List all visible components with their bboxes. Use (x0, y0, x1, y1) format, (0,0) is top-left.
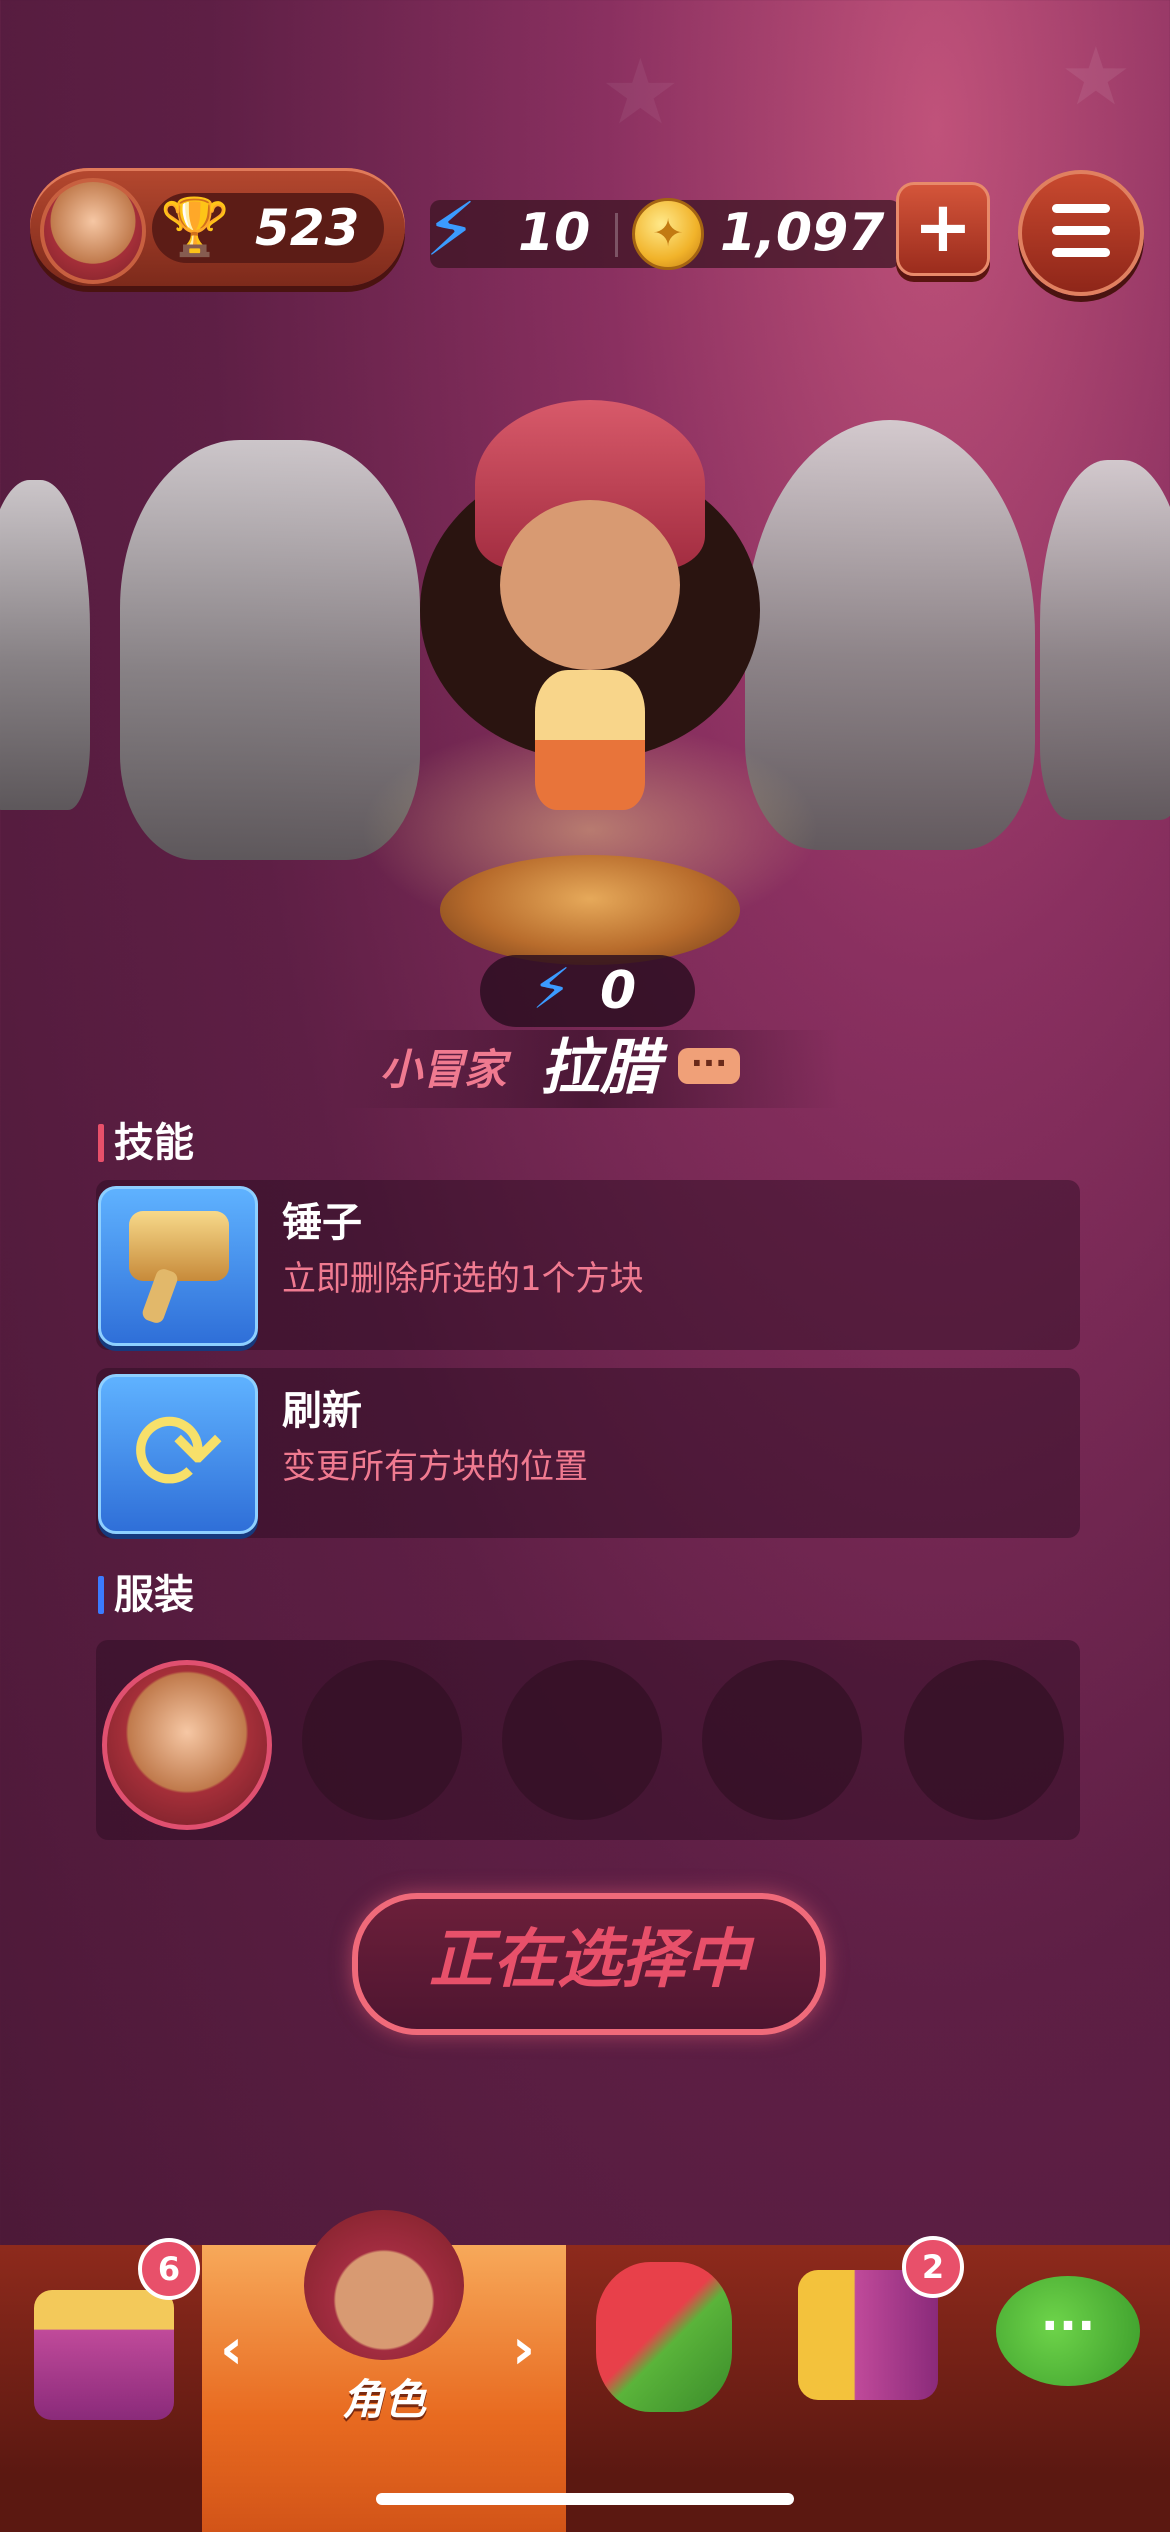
skill-description: 变更所有方块的位置 (282, 1447, 588, 1487)
character-face (500, 500, 680, 670)
coin-count: 1,097 (720, 203, 885, 263)
coin-icon: ✦ (632, 198, 704, 270)
home-indicator[interactable] (376, 2493, 794, 2505)
menu-icon-line (1052, 226, 1110, 235)
energy-count: 10 (518, 203, 591, 263)
select-button-label: 正在选择中 (429, 1923, 749, 1997)
locked-character-scientist[interactable] (0, 480, 90, 810)
character-name: 拉腊 (540, 1033, 660, 1103)
background-star: ★ (1060, 30, 1132, 123)
nav-active-label: 角色 (341, 2375, 426, 2424)
trophy-count: 523 (255, 199, 360, 257)
outfit-slot-empty[interactable] (302, 1660, 462, 1820)
player-avatar[interactable] (40, 178, 146, 284)
outfit-slot-selected[interactable] (102, 1660, 272, 1830)
outfit-slot-empty[interactable] (702, 1660, 862, 1820)
character-body (535, 670, 645, 810)
chat-bubble-icon[interactable]: ··· (678, 1047, 740, 1084)
skill-name: 锤子 (282, 1200, 362, 1246)
selected-character[interactable] (420, 400, 760, 870)
outfits-section-title: 服装 (114, 1572, 194, 1618)
energy-icon: ⚡ (425, 187, 477, 273)
locked-character-explorer[interactable] (1040, 460, 1170, 820)
character-pedestal (440, 855, 740, 965)
menu-icon-line (1052, 204, 1110, 213)
character-avatar-icon (304, 2210, 464, 2360)
section-marker (98, 1576, 104, 1614)
section-marker (98, 1124, 104, 1162)
menu-button[interactable] (1018, 170, 1144, 296)
outfit-slot-empty[interactable] (502, 1660, 662, 1820)
skills-section-title: 技能 (114, 1120, 194, 1166)
chest-badge: 6 (138, 2238, 200, 2300)
refresh-icon: ⟳ (98, 1374, 258, 1534)
add-coins-button[interactable]: + (896, 182, 990, 276)
character-title: 小冒家 (380, 1045, 507, 1094)
hammer-head (129, 1211, 229, 1281)
treasure-chest-icon[interactable] (34, 2290, 174, 2420)
skill-description: 立即删除所选的1个方块 (282, 1259, 644, 1299)
energy-cost: 0 (600, 961, 637, 1021)
outfit-slot-empty[interactable] (904, 1660, 1064, 1820)
energy-cost-tag (480, 955, 695, 1027)
divider (615, 213, 618, 257)
trophy-icon: 🏆 (160, 195, 230, 260)
gem-shield-icon[interactable] (596, 2262, 732, 2412)
energy-icon: ⚡ (532, 957, 572, 1022)
quest-badge: 2 (902, 2236, 964, 2298)
chat-icon[interactable]: ··· (996, 2276, 1140, 2386)
skill-name: 刷新 (282, 1388, 362, 1434)
hammer-icon (98, 1186, 258, 1346)
background-star: ★ (600, 40, 681, 145)
menu-icon-line (1052, 248, 1110, 257)
